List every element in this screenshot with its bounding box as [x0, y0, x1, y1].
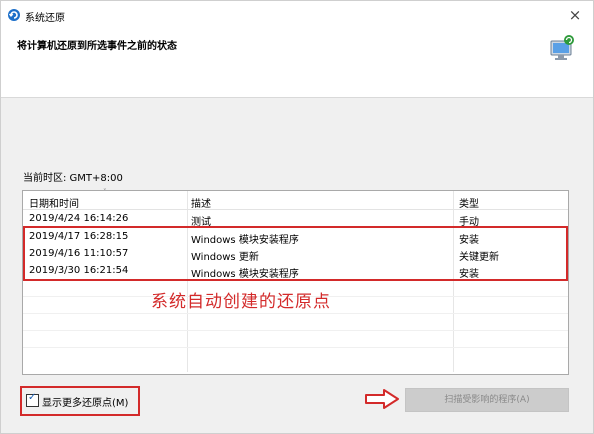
right-arrow-icon	[365, 389, 399, 409]
restore-points-table[interactable]: 日期和时间 ˅ 描述 类型 2019/4/24 16:14:26 测试 手动 2…	[22, 188, 569, 375]
row-datetime: 2019/4/24 16:14:26	[29, 213, 129, 224]
system-restore-icon	[8, 9, 20, 21]
row-divider	[23, 330, 568, 331]
system-restore-window: 系统还原 × 将计算机还原到所选事件之前的状态 当前时区: GMT+8:00 日…	[0, 0, 594, 434]
show-more-checkbox[interactable]: ✓	[26, 392, 39, 407]
header-panel: 将计算机还原到所选事件之前的状态	[1, 27, 593, 98]
table-row[interactable]: 2019/4/24 16:14:26 测试 手动	[23, 210, 568, 228]
checkmark-icon: ✓	[28, 392, 37, 403]
scan-affected-programs-button[interactable]: 扫描受影响的程序(A)	[405, 388, 569, 412]
column-header-type[interactable]: 类型	[459, 195, 479, 210]
window-title: 系统还原	[25, 13, 65, 24]
close-button[interactable]: ×	[565, 5, 585, 25]
show-more-highlight: ✓ 显示更多还原点(M)	[20, 386, 140, 416]
column-header-datetime[interactable]: 日期和时间	[29, 195, 79, 210]
table-header: 日期和时间 ˅ 描述 类型	[23, 188, 568, 210]
annotation-label: 系统自动创建的还原点	[151, 292, 331, 312]
title-bar: 系统还原 ×	[1, 1, 593, 27]
system-restore-monitor-icon	[550, 35, 574, 60]
auto-restore-points-highlight	[23, 226, 568, 281]
row-divider	[23, 313, 568, 314]
timezone-label: 当前时区: GMT+8:00	[23, 173, 123, 184]
show-more-label[interactable]: 显示更多还原点(M)	[42, 394, 128, 409]
column-header-description[interactable]: 描述	[191, 195, 211, 210]
row-divider	[23, 347, 568, 348]
page-title: 将计算机还原到所选事件之前的状态	[17, 41, 177, 52]
sort-indicator-icon: ˅	[103, 188, 107, 196]
